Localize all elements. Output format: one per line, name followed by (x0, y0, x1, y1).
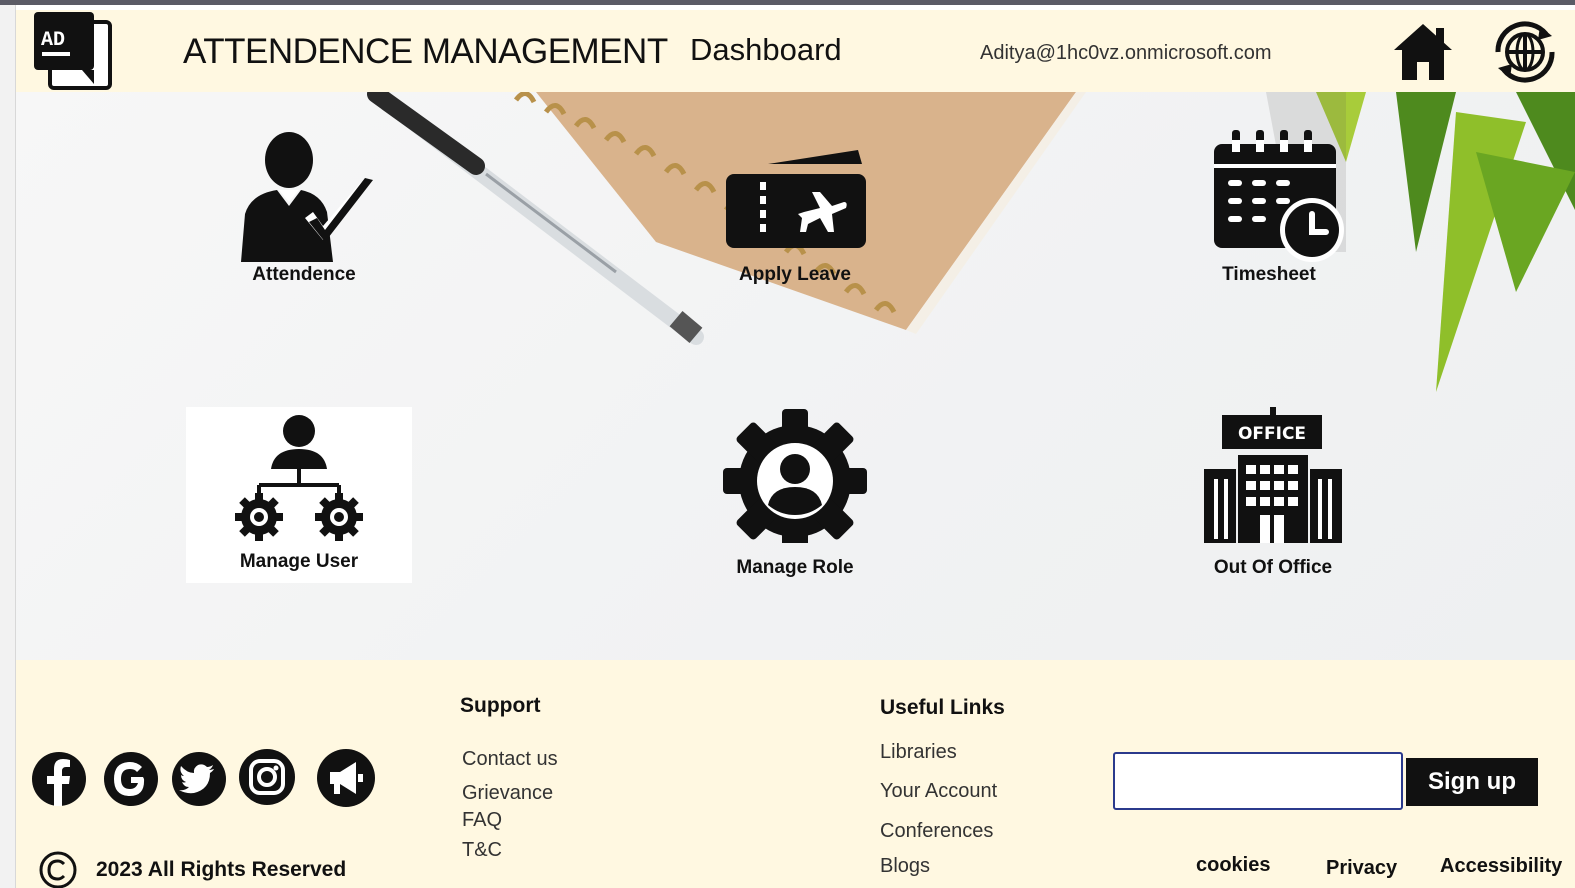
tile-out-of-office[interactable]: OFFICE Out Of Office (1160, 397, 1386, 578)
left-edge-strip (0, 5, 16, 888)
google-icon (104, 752, 158, 806)
office-badge-text: OFFICE (1238, 424, 1306, 444)
plane-ticket-icon (726, 150, 866, 248)
gear-user-icon (723, 409, 867, 543)
tile-label-manage-role: Manage Role (736, 557, 854, 578)
copyright-text: 2023 All Rights Reserved (96, 858, 347, 881)
signup-email-input[interactable] (1113, 752, 1403, 810)
copyright-icon (39, 851, 77, 888)
home-icon (1394, 24, 1452, 80)
app-title: ATTENDENCE MANAGEMENT (183, 32, 668, 71)
copyright: 2023 All Rights Reserved (38, 850, 346, 888)
tile-manage-user[interactable]: Manage User (186, 407, 412, 583)
announcement-link[interactable] (316, 748, 376, 808)
logo-text: AD (41, 29, 65, 52)
tile-label-timesheet: Timesheet (1222, 264, 1316, 285)
tile-label-manage-user: Manage User (239, 551, 359, 572)
contact-us-link[interactable]: Contact us (462, 748, 558, 771)
app-logo: AD (32, 12, 114, 92)
twitter-icon (172, 752, 226, 806)
libraries-link[interactable]: Libraries (880, 741, 957, 764)
instagram-link[interactable] (238, 748, 296, 806)
useful-links-title: Useful Links (880, 696, 1005, 719)
calendar-clock-icon (1214, 130, 1344, 262)
user-gears-icon (235, 415, 363, 541)
facebook-link[interactable] (30, 750, 88, 808)
google-link[interactable] (102, 750, 160, 808)
faq-link[interactable]: FAQ (462, 809, 502, 832)
privacy-link[interactable]: Privacy (1326, 857, 1397, 880)
grievance-link[interactable]: Grievance (462, 782, 553, 805)
twitter-link[interactable] (170, 750, 228, 808)
tile-manage-role[interactable]: Manage Role (682, 397, 908, 578)
dashboard-main: Attendence Apply Leave Timesheet Manage … (16, 92, 1575, 660)
facebook-icon (32, 752, 86, 806)
footer: 2023 All Rights Reserved Support Contact… (16, 660, 1575, 888)
home-button[interactable] (1390, 18, 1456, 84)
user-check-icon (241, 132, 373, 262)
window-top-strip (0, 0, 1575, 5)
megaphone-icon (317, 749, 375, 807)
page-title: Dashboard (690, 32, 842, 67)
office-building-icon: OFFICE (1204, 407, 1342, 543)
tile-label-attendence: Attendence (252, 264, 356, 285)
tnc-link[interactable]: T&C (462, 839, 502, 862)
signup-button[interactable]: Sign up (1406, 758, 1538, 806)
tile-label-out-of-office: Out Of Office (1213, 557, 1333, 578)
conferences-link[interactable]: Conferences (880, 820, 993, 843)
tile-label-apply-leave: Apply Leave (739, 264, 851, 285)
tile-attendence[interactable]: Attendence (191, 104, 417, 285)
accessibility-link[interactable]: Accessibility (1440, 855, 1562, 878)
header-bar: AD ATTENDENCE MANAGEMENT Dashboard Adity… (16, 10, 1575, 92)
tile-apply-leave[interactable]: Apply Leave (682, 104, 908, 285)
globe-refresh-button[interactable] (1484, 12, 1566, 92)
blogs-link[interactable]: Blogs (880, 855, 930, 878)
globe-refresh-icon (1495, 21, 1555, 83)
your-account-link[interactable]: Your Account (880, 780, 997, 803)
support-title: Support (460, 694, 541, 717)
cookies-link[interactable]: cookies (1196, 854, 1270, 877)
instagram-icon (239, 749, 295, 805)
tile-timesheet[interactable]: Timesheet (1156, 104, 1382, 285)
user-email: Aditya@1hc0vz.onmicrosoft.com (980, 42, 1272, 64)
